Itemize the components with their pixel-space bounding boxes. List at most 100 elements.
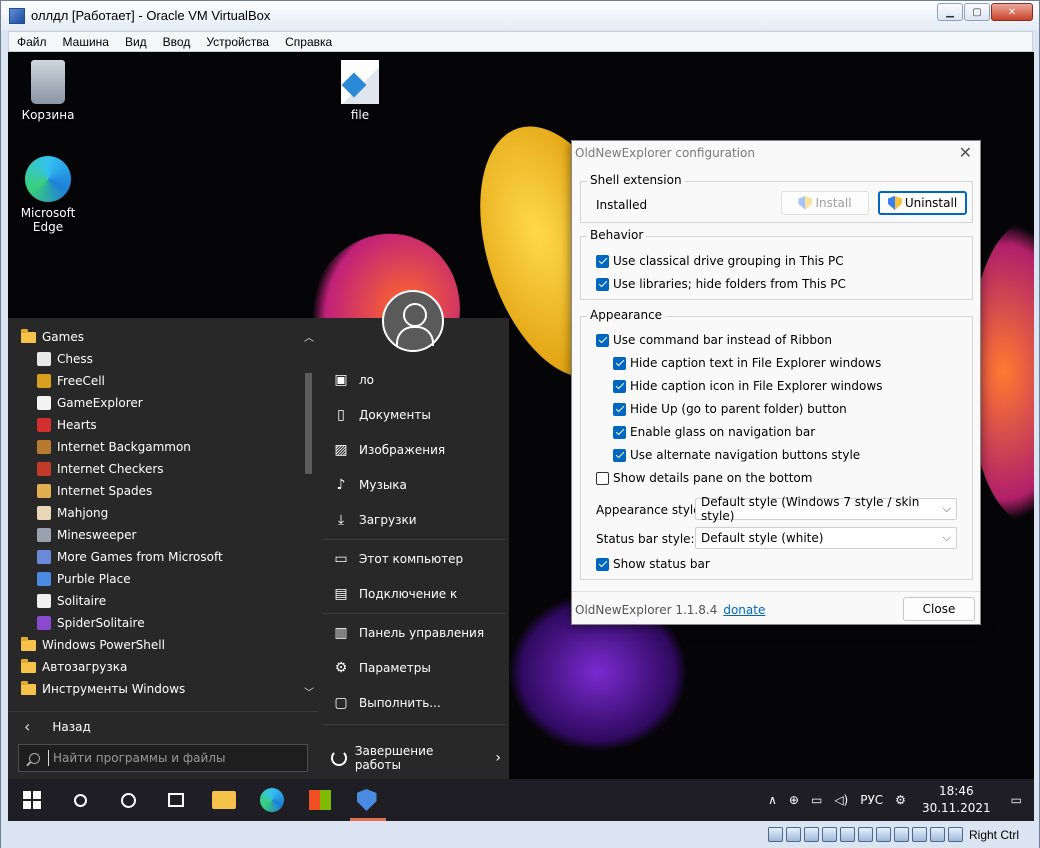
place-connect[interactable]: ▤ Подключение к — [323, 576, 509, 611]
start-item-purble-place[interactable]: Purble Place — [8, 568, 318, 590]
place-documents[interactable]: ▯ Документы — [323, 397, 509, 432]
checkbox-box[interactable] — [596, 333, 609, 347]
oldnewexplorer-taskbar-button[interactable] — [344, 779, 392, 821]
start-folder-games[interactable]: Games — [8, 326, 318, 348]
status-bar-style-select[interactable]: Default style (white) ⌵ — [695, 527, 957, 549]
checkbox-hide-up-button[interactable]: Hide Up (go to parent folder) button — [613, 402, 847, 416]
checkbox-libraries[interactable]: Use libraries; hide folders from This PC — [596, 277, 846, 291]
clock[interactable]: 18:46 30.11.2021 — [922, 783, 991, 817]
usb-icon[interactable] — [839, 827, 855, 842]
notification-icon[interactable]: ▭ — [1011, 793, 1022, 807]
checkbox-command-bar[interactable]: Use command bar instead of Ribbon — [596, 333, 832, 347]
place-control-panel[interactable]: ▥ Панель управления — [323, 615, 509, 650]
desktop-icon-recycle-bin[interactable]: Корзина — [8, 60, 88, 122]
place-run[interactable]: ▢ Выполнить... — [323, 685, 509, 720]
task-view-button[interactable] — [152, 779, 200, 821]
desktop-icon-file[interactable]: file — [320, 60, 400, 122]
donate-link[interactable]: donate — [723, 603, 765, 617]
place-user-folder[interactable]: ▣ ло — [323, 362, 509, 397]
cortana-button[interactable] — [104, 779, 152, 821]
search-input[interactable]: Найти программы и файлы — [18, 744, 308, 772]
back-button[interactable]: ‹ Назад — [8, 711, 318, 741]
checkbox-box[interactable] — [596, 254, 609, 268]
start-item-solitaire[interactable]: Solitaire — [8, 590, 318, 612]
start-button[interactable] — [8, 779, 56, 821]
display-icon[interactable]: ▭ — [811, 793, 822, 807]
minimize-button[interactable]: ▁ — [937, 3, 963, 21]
start-item-spades[interactable]: Internet Spades — [8, 480, 318, 502]
checkbox-box[interactable] — [613, 402, 626, 416]
start-item-backgammon[interactable]: Internet Backgammon — [8, 436, 318, 458]
file-explorer-button[interactable] — [200, 779, 248, 821]
checkbox-hide-caption-icon[interactable]: Hide caption icon in File Explorer windo… — [613, 379, 882, 393]
close-button[interactable]: ✕ — [991, 3, 1033, 21]
list-scrollbar[interactable] — [305, 373, 312, 474]
start-item-hearts[interactable]: Hearts — [8, 414, 318, 436]
checkbox-box[interactable] — [613, 425, 626, 439]
place-downloads[interactable]: ⤓ Загрузки — [323, 502, 509, 537]
menu-machine[interactable]: Машина — [55, 35, 117, 49]
hard-disk-icon[interactable] — [767, 827, 783, 842]
recording-icon[interactable] — [893, 827, 909, 842]
appearance-style-select[interactable]: Default style (Windows 7 style / skin st… — [695, 495, 957, 523]
uninstall-button[interactable]: Uninstall — [878, 191, 967, 215]
desktop-icon-edge[interactable]: Microsoft Edge — [8, 156, 88, 234]
store-button[interactable] — [296, 779, 344, 821]
checkbox-box[interactable] — [596, 471, 609, 485]
optical-drive-icon[interactable] — [785, 827, 801, 842]
checkbox-box[interactable] — [596, 277, 609, 291]
start-item-minesweeper[interactable]: Minesweeper — [8, 524, 318, 546]
gear-icon[interactable]: ⚙ — [895, 793, 906, 807]
checkbox-box[interactable] — [613, 356, 626, 370]
menu-view[interactable]: Вид — [117, 35, 155, 49]
checkbox-box[interactable] — [613, 448, 626, 462]
checkbox-box[interactable] — [596, 557, 609, 571]
checkbox-drive-grouping[interactable]: Use classical drive grouping in This PC — [596, 254, 844, 268]
edge-button[interactable] — [248, 779, 296, 821]
place-settings[interactable]: ⚙ Параметры — [323, 650, 509, 685]
virtualization-icon[interactable] — [911, 827, 927, 842]
start-folder-powershell[interactable]: Windows PowerShell — [8, 634, 318, 656]
menu-devices[interactable]: Устройства — [198, 35, 277, 49]
chevron-up-icon[interactable]: ∧ — [768, 793, 777, 807]
volume-icon[interactable]: ◁) — [834, 793, 848, 807]
audio-icon[interactable] — [803, 827, 819, 842]
network-icon[interactable]: ⊕ — [789, 793, 799, 807]
mouse-integration-icon[interactable] — [929, 827, 945, 842]
language-indicator[interactable]: РУС — [860, 793, 883, 807]
checkbox-box[interactable] — [613, 379, 626, 393]
start-item-mahjong[interactable]: Mahjong — [8, 502, 318, 524]
keyboard-icon[interactable] — [947, 827, 963, 842]
start-item-gameexplorer[interactable]: GameExplorer — [8, 392, 318, 414]
place-pictures[interactable]: ▨ Изображения — [323, 432, 509, 467]
chevron-down-icon[interactable]: ﹀ — [304, 684, 314, 699]
shared-folders-icon[interactable] — [857, 827, 873, 842]
place-music[interactable]: ♪ Музыка — [323, 467, 509, 502]
start-item-more-games[interactable]: More Games from Microsoft — [8, 546, 318, 568]
shutdown-button[interactable]: Завершение работы › — [331, 744, 501, 772]
checkbox-alt-nav-buttons[interactable]: Use alternate navigation buttons style — [613, 448, 860, 462]
install-button[interactable]: Install — [781, 191, 869, 215]
place-this-pc[interactable]: ▭ Этот компьютер — [323, 541, 509, 576]
display-icon[interactable] — [875, 827, 891, 842]
menu-file[interactable]: Файл — [9, 35, 55, 49]
start-item-chess[interactable]: Chess — [8, 348, 318, 370]
chevron-up-icon[interactable]: ︿ — [304, 329, 314, 344]
start-folder-windows-tools[interactable]: Инструменты Windows — [8, 678, 318, 700]
chevron-right-icon[interactable]: › — [495, 750, 501, 766]
network-icon[interactable] — [821, 827, 837, 842]
start-item-spidersolitaire[interactable]: SpiderSolitaire — [8, 612, 318, 634]
start-folder-autostart[interactable]: Автозагрузка — [8, 656, 318, 678]
checkbox-details-pane[interactable]: Show details pane on the bottom — [596, 471, 812, 485]
checkbox-hide-caption-text[interactable]: Hide caption text in File Explorer windo… — [613, 356, 881, 370]
close-icon[interactable]: ✕ — [959, 143, 972, 162]
start-item-checkers[interactable]: Internet Checkers — [8, 458, 318, 480]
maximize-button[interactable]: ▢ — [964, 3, 990, 21]
start-item-freecell[interactable]: FreeCell — [8, 370, 318, 392]
checkbox-show-status-bar[interactable]: Show status bar — [596, 557, 710, 571]
close-button[interactable]: Close — [903, 597, 975, 621]
checkbox-glass[interactable]: Enable glass on navigation bar — [613, 425, 815, 439]
menu-input[interactable]: Ввод — [155, 35, 199, 49]
menu-help[interactable]: Справка — [277, 35, 340, 49]
search-button[interactable] — [56, 779, 104, 821]
